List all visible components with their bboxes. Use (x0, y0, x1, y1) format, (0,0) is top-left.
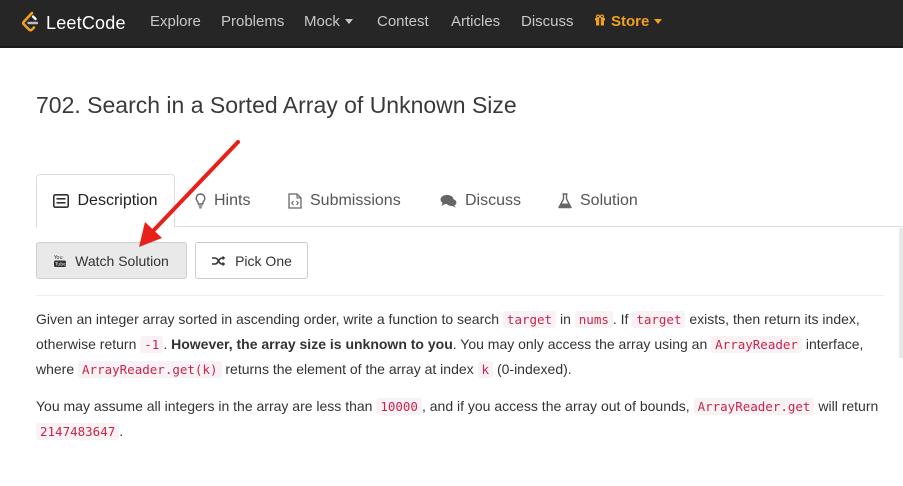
tab-description[interactable]: Description (36, 174, 175, 228)
inline-code: k (477, 361, 494, 378)
description-text: will return (814, 398, 879, 414)
tab-submissions-label: Submissions (310, 191, 401, 209)
description-text: , and if you access the array out of bou… (421, 398, 694, 414)
caret-down-icon (344, 18, 353, 24)
nav-store-label: Store (611, 13, 650, 30)
nav-mock-label: Mock (304, 13, 340, 30)
inline-code: target (632, 311, 686, 328)
code-file-icon (288, 192, 302, 209)
description-text: in (556, 311, 575, 327)
tab-solution-label: Solution (580, 191, 638, 209)
flask-icon (558, 192, 572, 209)
inline-code: target (502, 311, 557, 328)
watch-solution-button[interactable]: You Tube Watch Solution (36, 242, 187, 279)
gift-icon (595, 14, 605, 26)
inline-code: nums (574, 311, 613, 328)
scrollbar-track[interactable] (899, 228, 903, 358)
content-divider (36, 295, 884, 296)
pick-one-button[interactable]: Pick One (195, 242, 308, 279)
comments-icon (440, 194, 457, 208)
bold-note: However, the array size is unknown to yo… (171, 336, 453, 352)
description-text: . If (612, 311, 633, 327)
inline-code: -1 (140, 336, 164, 353)
description-text: returns the element of the array at inde… (221, 361, 478, 377)
watch-solution-label: Watch Solution (75, 252, 169, 269)
tab-discuss-label: Discuss (465, 191, 522, 209)
description-text: You may assume all integers in the array… (36, 398, 377, 414)
description-paragraph: Given an integer array sorted in ascendi… (36, 307, 888, 382)
inline-code: ArrayReader.get (693, 398, 815, 415)
description-text: (0-indexed). (493, 361, 572, 377)
inline-code: 2147483647 (36, 423, 120, 440)
description-text: . You may only access the array using an (452, 336, 712, 352)
tab-solution[interactable]: Solution (558, 174, 638, 227)
brand-logo-link[interactable]: LeetCode (20, 8, 126, 38)
nav-problems[interactable]: Problems (221, 0, 284, 46)
description-text: . (163, 336, 172, 352)
list-icon (53, 194, 70, 208)
nav-articles[interactable]: Articles (451, 0, 500, 46)
leetcode-logo-icon (21, 11, 39, 32)
brand-name: LeetCode (46, 12, 126, 33)
description-text: Given an integer array sorted in ascendi… (36, 311, 503, 327)
problem-description: Given an integer array sorted in ascendi… (36, 307, 888, 456)
nav-explore[interactable]: Explore (150, 0, 201, 46)
problem-number: 702. (36, 92, 81, 118)
nav-contest[interactable]: Contest (377, 0, 429, 46)
nav-discuss[interactable]: Discuss (521, 0, 574, 46)
tab-hints-label: Hints (214, 191, 251, 209)
caret-down-icon (654, 18, 663, 24)
pick-one-label: Pick One (235, 252, 292, 269)
svg-text:You: You (54, 255, 63, 261)
tab-submissions[interactable]: Submissions (288, 174, 401, 227)
inline-code: 10000 (376, 398, 422, 415)
tab-hints[interactable]: Hints (195, 174, 250, 227)
youtube-icon: You Tube (54, 254, 67, 268)
problem-tabs: Description Hints Submissions Discuss So… (36, 174, 903, 228)
svg-text:Tube: Tube (54, 261, 66, 267)
description-paragraph: You may assume all integers in the array… (36, 394, 888, 444)
problem-title: 702. Search in a Sorted Array of Unknown… (36, 92, 517, 119)
top-navbar: LeetCode Explore Problems Mock Contest A… (0, 0, 903, 48)
tab-discuss[interactable]: Discuss (440, 174, 521, 227)
nav-mock[interactable]: Mock (304, 0, 353, 46)
shuffle-icon (211, 255, 226, 267)
tab-description-label: Description (77, 192, 158, 209)
nav-store[interactable]: Store (594, 0, 663, 46)
lightbulb-icon (195, 192, 206, 209)
inline-code: ArrayReader (711, 336, 802, 353)
problem-name: Search in a Sorted Array of Unknown Size (87, 92, 517, 118)
description-text: . (119, 423, 124, 439)
inline-code: ArrayReader.get(k) (78, 361, 222, 378)
